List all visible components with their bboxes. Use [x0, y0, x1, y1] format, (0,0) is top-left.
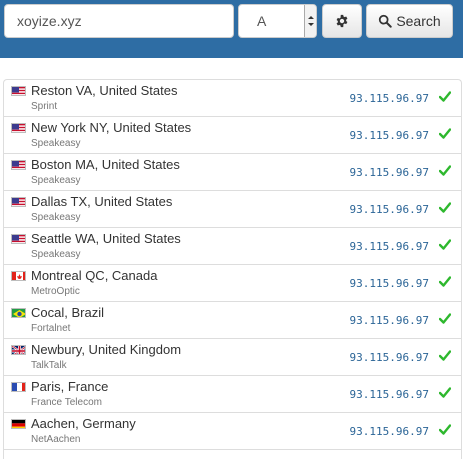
result-row: Seattle WA, United States Speakeasy 93.1…: [4, 228, 461, 265]
check-icon: [439, 276, 451, 287]
isp-label: TalkTalk: [31, 360, 67, 371]
check-icon: [439, 387, 451, 398]
check-icon: [439, 128, 451, 139]
flag-us-icon: [11, 234, 26, 244]
location-label: Seattle WA, United States: [31, 231, 181, 246]
isp-label: NetAachen: [31, 434, 80, 445]
results-list: Reston VA, United States Sprint 93.115.9…: [3, 79, 462, 459]
ip-address: 93.115.96.97: [350, 203, 429, 216]
ip-address: 93.115.96.97: [350, 425, 429, 438]
location-label: Cocal, Brazil: [31, 305, 104, 320]
flag-ca-icon: [11, 271, 26, 281]
location-label: Dallas TX, United States: [31, 194, 172, 209]
ip-address: 93.115.96.97: [350, 92, 429, 105]
flag-us-icon: [11, 197, 26, 207]
location-label: Newbury, United Kingdom: [31, 342, 181, 357]
domain-input[interactable]: xoyize.xyz: [4, 4, 234, 38]
result-row: Boston MA, United States Speakeasy 93.11…: [4, 154, 461, 191]
flag-us-icon: [11, 160, 26, 170]
location-label: Boston MA, United States: [31, 157, 180, 172]
record-type-value: A: [257, 5, 266, 37]
result-row: Montreal QC, Canada MetroOptic 93.115.96…: [4, 265, 461, 302]
check-icon: [439, 91, 451, 102]
ip-address: 93.115.96.97: [350, 351, 429, 364]
settings-button[interactable]: [322, 4, 362, 38]
check-icon: [439, 165, 451, 176]
isp-label: Speakeasy: [31, 138, 80, 149]
flag-gb-icon: [11, 345, 26, 355]
check-icon: [439, 202, 451, 213]
result-row: Cocal, Brazil Fortalnet 93.115.96.97: [4, 302, 461, 339]
ip-address: 93.115.96.97: [350, 240, 429, 253]
isp-label: Speakeasy: [31, 175, 80, 186]
location-label: Montreal QC, Canada: [31, 268, 157, 283]
result-row: Newbury, United Kingdom TalkTalk 93.115.…: [4, 339, 461, 376]
search-button-label: Search: [396, 13, 440, 29]
flag-fr-icon: [11, 382, 26, 392]
result-row: New York NY, United States Speakeasy 93.…: [4, 117, 461, 154]
flag-br-icon: [11, 308, 26, 318]
search-icon: [378, 14, 392, 28]
location-label: Reston VA, United States: [31, 83, 177, 98]
record-type-select[interactable]: A: [238, 4, 317, 38]
result-row: Aachen, Germany NetAachen 93.115.96.97: [4, 413, 461, 450]
isp-label: MetroOptic: [31, 286, 80, 297]
search-button[interactable]: Search: [366, 4, 453, 38]
location-label: Aachen, Germany: [31, 416, 136, 431]
check-icon: [439, 239, 451, 250]
location-label: Paris, France: [31, 379, 108, 394]
ip-address: 93.115.96.97: [350, 277, 429, 290]
ip-address: 93.115.96.97: [350, 388, 429, 401]
search-toolbar: xoyize.xyz A Search: [0, 0, 463, 58]
isp-label: France Telecom: [31, 397, 102, 408]
isp-label: Speakeasy: [31, 212, 80, 223]
gear-icon: [335, 14, 349, 28]
result-row: Paris, France France Telecom 93.115.96.9…: [4, 376, 461, 413]
isp-label: Sprint: [31, 101, 57, 112]
check-icon: [439, 350, 451, 361]
ip-address: 93.115.96.97: [350, 129, 429, 142]
ip-address: 93.115.96.97: [350, 166, 429, 179]
ip-address: 93.115.96.97: [350, 314, 429, 327]
result-row: Reston VA, United States Sprint 93.115.9…: [4, 80, 461, 117]
dropdown-arrow-icon[interactable]: [304, 5, 316, 37]
flag-us-icon: [11, 86, 26, 96]
check-icon: [439, 313, 451, 324]
result-row: Dallas TX, United States Speakeasy 93.11…: [4, 191, 461, 228]
flag-us-icon: [11, 123, 26, 133]
flag-de-icon: [11, 419, 26, 429]
check-icon: [439, 424, 451, 435]
isp-label: Fortalnet: [31, 323, 70, 334]
location-label: New York NY, United States: [31, 120, 191, 135]
isp-label: Speakeasy: [31, 249, 80, 260]
